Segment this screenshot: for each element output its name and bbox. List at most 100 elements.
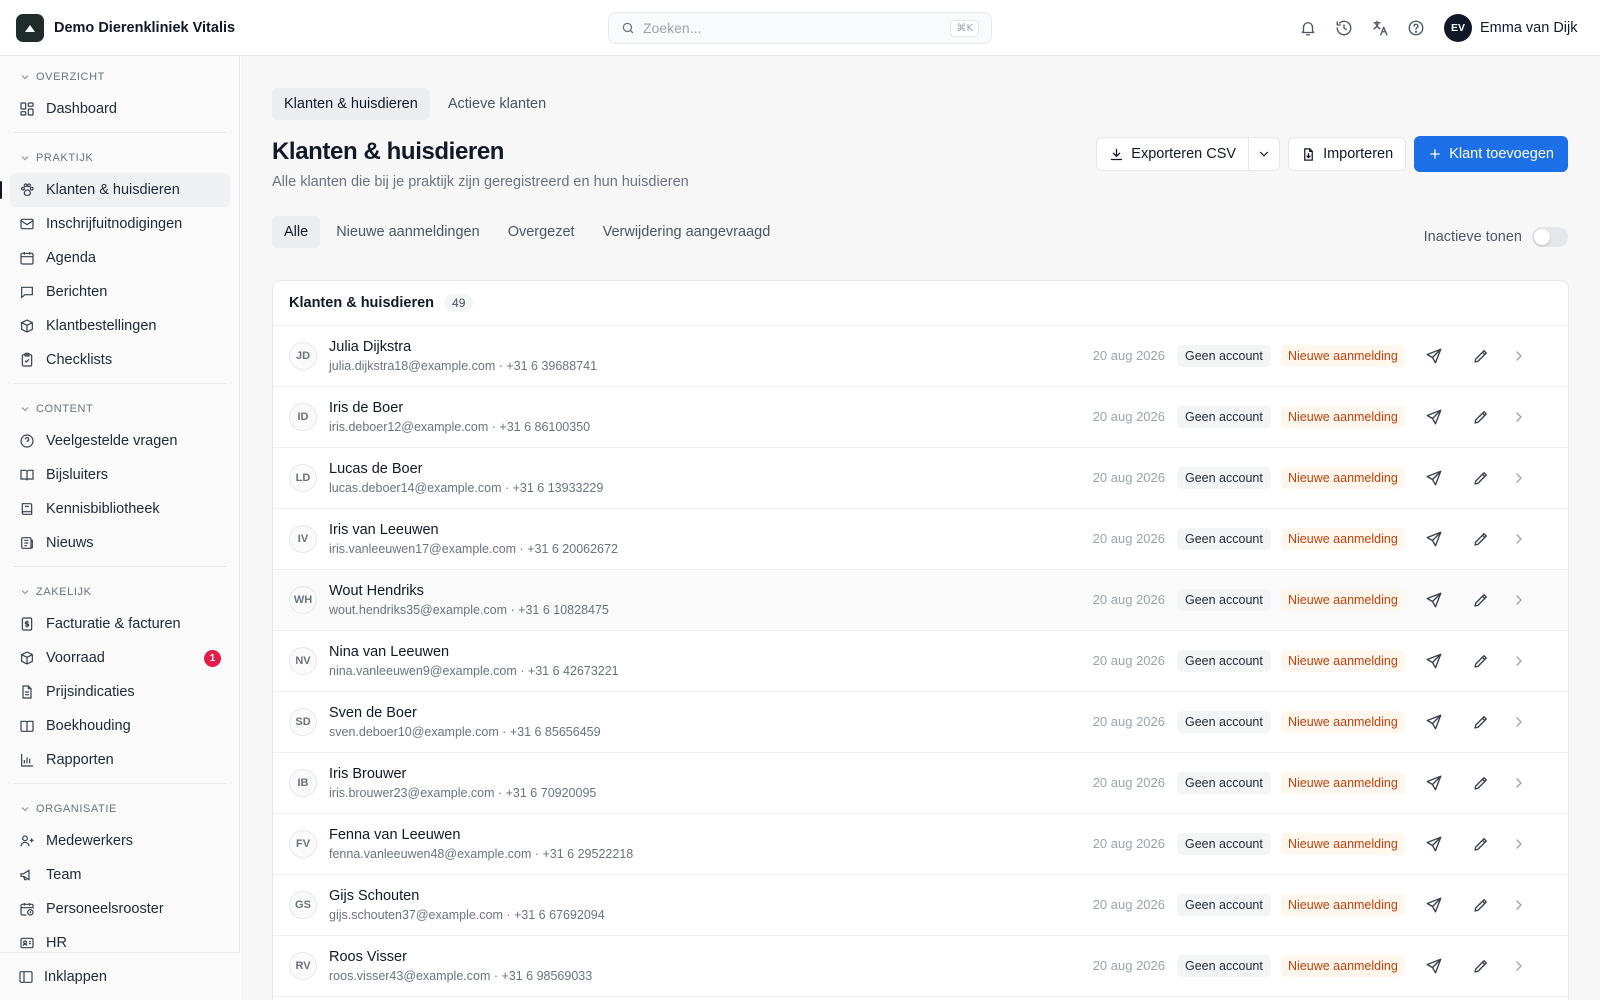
sidebar-item-checklists[interactable]: Checklists — [10, 343, 230, 377]
edit-icon[interactable] — [1472, 347, 1490, 365]
send-icon[interactable] — [1425, 774, 1443, 792]
chevron-right-icon[interactable] — [1511, 958, 1527, 974]
user-menu[interactable]: EV Emma van Dijk — [1444, 14, 1578, 42]
filter-nieuwe-aanmeldingen[interactable]: Nieuwe aanmeldingen — [324, 216, 492, 248]
tab-klanten-huisdieren[interactable]: Klanten & huisdieren — [272, 88, 430, 120]
send-icon[interactable] — [1425, 530, 1443, 548]
chevron-right-icon[interactable] — [1511, 775, 1527, 791]
newspaper-icon — [18, 534, 36, 552]
bell-icon[interactable] — [1296, 16, 1320, 40]
table-row[interactable]: NV Nina van Leeuwen nina.vanleeuwen9@exa… — [273, 631, 1568, 692]
chevron-right-icon[interactable] — [1511, 592, 1527, 608]
edit-icon[interactable] — [1472, 408, 1490, 426]
collapse-sidebar-button[interactable]: Inklappen — [0, 952, 240, 1000]
sidebar-item-voorraad[interactable]: Voorraad 1 — [10, 641, 230, 675]
section-header-overzicht[interactable]: OVERZICHT — [10, 56, 230, 92]
filter-alle[interactable]: Alle — [272, 216, 321, 248]
section-header-organisatie[interactable]: ORGANISATIE — [10, 788, 230, 824]
calendar-clock-icon — [18, 900, 36, 918]
sidebar-item-team[interactable]: Team — [10, 858, 230, 892]
search-box[interactable]: ⌘K — [608, 12, 992, 44]
user-name: Emma van Dijk — [1480, 20, 1578, 36]
chevron-right-icon[interactable] — [1511, 714, 1527, 730]
send-icon[interactable] — [1425, 591, 1443, 609]
table-row[interactable]: WH Wout Hendriks wout.hendriks35@example… — [273, 570, 1568, 631]
chevron-right-icon[interactable] — [1511, 897, 1527, 913]
edit-icon[interactable] — [1472, 591, 1490, 609]
list-count-badge: 49 — [444, 294, 474, 312]
table-row[interactable]: LD Lucas de Boer lucas.deboer14@example.… — [273, 448, 1568, 509]
table-row[interactable]: IB Iris Brouwer iris.brouwer23@example.c… — [273, 753, 1568, 814]
sidebar-item-veelgestelde-vragen[interactable]: Veelgestelde vragen — [10, 424, 230, 458]
edit-icon[interactable] — [1472, 835, 1490, 853]
export-csv-button[interactable]: Exporteren CSV — [1096, 137, 1250, 171]
sidebar-item-inschrijfuitnodigingen[interactable]: Inschrijfuitnodigingen — [10, 207, 230, 241]
sidebar-item-nieuws[interactable]: Nieuws — [10, 526, 230, 560]
table-row[interactable]: RV Roos Visser roos.visser43@example.com… — [273, 936, 1568, 997]
table-row[interactable]: FV Fenna van Leeuwen fenna.vanleeuwen48@… — [273, 814, 1568, 875]
send-icon[interactable] — [1425, 347, 1443, 365]
table-row[interactable]: GS Gijs Schouten gijs.schouten37@example… — [273, 875, 1568, 936]
section-header-content[interactable]: CONTENT — [10, 388, 230, 424]
edit-icon[interactable] — [1472, 652, 1490, 670]
chevron-right-icon[interactable] — [1511, 531, 1527, 547]
send-icon[interactable] — [1425, 835, 1443, 853]
table-row[interactable]: JD Julia Dijkstra julia.dijkstra18@examp… — [273, 326, 1568, 387]
chevron-right-icon[interactable] — [1511, 348, 1527, 364]
divider — [14, 783, 226, 784]
sidebar-item-label: Bijsluiters — [46, 467, 109, 483]
edit-icon[interactable] — [1472, 957, 1490, 975]
chevron-right-icon[interactable] — [1511, 409, 1527, 425]
sidebar-item-personeelsrooster[interactable]: Personeelsrooster — [10, 892, 230, 926]
tab-actieve-klanten[interactable]: Actieve klanten — [436, 88, 558, 120]
sidebar: OVERZICHT Dashboard PRAKTIJK Klanten & h… — [0, 56, 240, 1000]
chevron-right-icon[interactable] — [1511, 653, 1527, 669]
filter-overgezet[interactable]: Overgezet — [496, 216, 587, 248]
translate-icon[interactable] — [1368, 16, 1392, 40]
client-name: Wout Hendriks — [329, 583, 424, 599]
import-button[interactable]: Importeren — [1288, 137, 1407, 171]
send-icon[interactable] — [1425, 713, 1443, 731]
chevron-right-icon[interactable] — [1511, 836, 1527, 852]
sidebar-item-klantbestellingen[interactable]: Klantbestellingen — [10, 309, 230, 343]
section-header-zakelijk[interactable]: ZAKELIJK — [10, 571, 230, 607]
brand[interactable]: Demo Dierenkliniek Vitalis — [16, 14, 235, 42]
filter-verwijdering-aangevraagd[interactable]: Verwijdering aangevraagd — [591, 216, 783, 248]
send-icon[interactable] — [1425, 408, 1443, 426]
history-icon[interactable] — [1332, 16, 1356, 40]
chevron-right-icon[interactable] — [1511, 470, 1527, 486]
sidebar-item-hr[interactable]: HR — [10, 926, 230, 952]
sidebar-item-rapporten[interactable]: Rapporten — [10, 743, 230, 777]
table-row[interactable]: SD Sven de Boer sven.deboer10@example.co… — [273, 692, 1568, 753]
section-header-praktijk[interactable]: PRAKTIJK — [10, 137, 230, 173]
sidebar-item-agenda[interactable]: Agenda — [10, 241, 230, 275]
sidebar-item-berichten[interactable]: Berichten — [10, 275, 230, 309]
export-options-button[interactable] — [1249, 137, 1281, 171]
edit-icon[interactable] — [1472, 713, 1490, 731]
table-row[interactable]: IV Iris van Leeuwen iris.vanleeuwen17@ex… — [273, 509, 1568, 570]
add-client-button[interactable]: Klant toevoegen — [1414, 136, 1568, 172]
sidebar-item-medewerkers[interactable]: Medewerkers — [10, 824, 230, 858]
send-icon[interactable] — [1425, 469, 1443, 487]
send-icon[interactable] — [1425, 896, 1443, 914]
client-avatar: WH — [289, 586, 317, 614]
send-icon[interactable] — [1425, 652, 1443, 670]
sidebar-item-prijsindicaties[interactable]: Prijsindicaties — [10, 675, 230, 709]
send-icon[interactable] — [1425, 957, 1443, 975]
search-input[interactable] — [643, 20, 943, 36]
table-row[interactable]: ID Iris de Boer iris.deboer12@example.co… — [273, 387, 1568, 448]
edit-icon[interactable] — [1472, 469, 1490, 487]
edit-icon[interactable] — [1472, 530, 1490, 548]
show-inactive-toggle[interactable] — [1532, 227, 1568, 247]
edit-icon[interactable] — [1472, 896, 1490, 914]
sidebar-item-bijsluiters[interactable]: Bijsluiters — [10, 458, 230, 492]
sidebar-item-boekhouding[interactable]: Boekhouding — [10, 709, 230, 743]
sidebar-item-dashboard[interactable]: Dashboard — [10, 92, 230, 126]
edit-icon[interactable] — [1472, 774, 1490, 792]
sidebar-item-facturatie[interactable]: Facturatie & facturen — [10, 607, 230, 641]
sidebar-item-klanten-huisdieren[interactable]: Klanten & huisdieren — [0, 173, 230, 207]
client-contact: sven.deboer10@example.com · +31 6 856564… — [329, 725, 601, 739]
account-badge: Geen account — [1177, 528, 1271, 550]
help-icon[interactable] — [1404, 16, 1428, 40]
sidebar-item-kennisbibliotheek[interactable]: Kennisbibliotheek — [10, 492, 230, 526]
